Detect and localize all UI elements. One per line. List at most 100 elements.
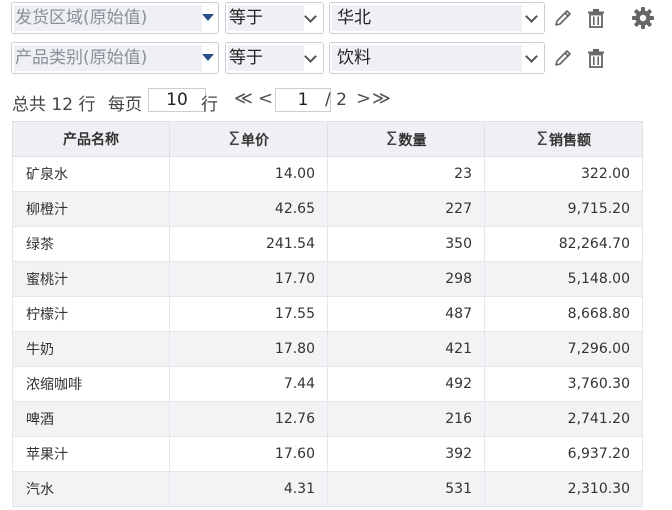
filter-operator-select-2[interactable]: 等于 — [225, 42, 324, 74]
edit-filter-button-2[interactable] — [552, 47, 574, 69]
chevron-down-icon — [304, 50, 317, 63]
total-pages-text: / 2 — [325, 90, 347, 110]
filter-row-2: 产品类别(原始值) 等于 饮料 — [0, 40, 672, 76]
filter-row-1: 发货区域(原始值) 等于 华北 — [0, 0, 672, 36]
cell-quantity: 421 — [327, 331, 485, 367]
next-page-icon[interactable]: > — [356, 88, 371, 109]
filter-value-select-2[interactable]: 饮料 — [329, 42, 545, 74]
chevron-down-icon — [525, 10, 538, 23]
cell-product: 汽水 — [12, 471, 170, 507]
filter-field-select-2[interactable]: 产品类别(原始值) — [11, 42, 219, 74]
table-header-row: 产品名称 Σ单价 Σ数量 Σ销售额 — [12, 121, 643, 157]
cell-price: 241.54 — [169, 226, 328, 262]
cell-product: 蜜桃汁 — [12, 261, 170, 297]
cell-sales: 6,937.20 — [484, 436, 643, 472]
cell-quantity: 487 — [327, 296, 485, 332]
table-row: 啤酒 12.76 216 2,741.20 — [12, 401, 643, 437]
cell-price: 42.65 — [169, 191, 328, 227]
cell-quantity: 23 — [327, 156, 485, 192]
cell-product: 苹果汁 — [12, 436, 170, 472]
column-header-quantity[interactable]: Σ数量 — [327, 121, 485, 157]
cell-price: 14.00 — [169, 156, 328, 192]
pencil-icon — [555, 50, 571, 66]
edit-filter-button-1[interactable] — [552, 7, 574, 29]
column-header-quantity-label: 数量 — [398, 133, 427, 149]
cell-quantity: 350 — [327, 226, 485, 262]
trash-icon — [588, 9, 604, 28]
chevron-down-icon — [525, 50, 538, 63]
filter-value-text-1: 华北 — [332, 5, 522, 31]
table-row: 柠檬汁 17.55 487 8,668.80 — [12, 296, 643, 332]
cell-price: 7.44 — [169, 366, 328, 402]
cell-sales: 3,760.30 — [484, 366, 643, 402]
data-table: 产品名称 Σ单价 Σ数量 Σ销售额 矿泉水 14.00 23 322.00 柳橙汁 42… — [12, 121, 643, 507]
column-header-product-label: 产品名称 — [63, 132, 119, 148]
cell-product: 矿泉水 — [12, 156, 170, 192]
current-page-input[interactable]: 1 — [275, 88, 331, 112]
filter-value-select-1[interactable]: 华北 — [329, 2, 545, 34]
table-row: 矿泉水 14.00 23 322.00 — [12, 156, 643, 192]
column-header-product[interactable]: 产品名称 — [12, 121, 170, 157]
sigma-icon: Σ — [227, 128, 240, 150]
table-row: 绿茶 241.54 350 82,264.70 — [12, 226, 643, 262]
table-row: 浓缩咖啡 7.44 492 3,760.30 — [12, 366, 643, 402]
cell-price: 4.31 — [169, 471, 328, 507]
cell-quantity: 216 — [327, 401, 485, 437]
sigma-icon: Σ — [535, 128, 548, 150]
pagination-bar: 总共 12 行 每页 10 行 ≪ < 1 / 2 > ≫ — [12, 86, 412, 116]
per-page-input[interactable]: 10 — [148, 88, 206, 112]
prev-page-icon[interactable]: < — [258, 88, 273, 109]
table-row: 柳橙汁 42.65 227 9,715.20 — [12, 191, 643, 227]
caret-down-icon — [202, 54, 214, 61]
table-row: 汽水 4.31 531 2,310.30 — [12, 471, 643, 507]
filter-field-text-2: 产品类别(原始值) — [14, 45, 202, 71]
cell-price: 12.76 — [169, 401, 328, 437]
delete-filter-button-2[interactable] — [585, 47, 607, 69]
rows-unit-label: 行 — [201, 95, 218, 115]
table-row: 蜜桃汁 17.70 298 5,148.00 — [12, 261, 643, 297]
column-header-price-label: 单价 — [241, 133, 269, 149]
chevron-down-icon — [304, 10, 317, 23]
sigma-icon: Σ — [385, 128, 398, 150]
cell-product: 浓缩咖啡 — [12, 366, 170, 402]
cell-product: 柠檬汁 — [12, 296, 170, 332]
cell-sales: 2,741.20 — [484, 401, 643, 437]
filter-operator-text-2: 等于 — [228, 45, 304, 71]
filter-operator-text-1: 等于 — [228, 5, 304, 31]
filter-field-select-1[interactable]: 发货区域(原始值) — [11, 2, 219, 34]
cell-price: 17.55 — [169, 296, 328, 332]
table-row: 苹果汁 17.60 392 6,937.20 — [12, 436, 643, 472]
cell-price: 17.60 — [169, 436, 328, 472]
filter-field-text-1: 发货区域(原始值) — [14, 5, 202, 31]
last-page-icon[interactable]: ≫ — [372, 88, 391, 109]
cell-quantity: 392 — [327, 436, 485, 472]
gear-icon — [632, 7, 654, 29]
cell-price: 17.70 — [169, 261, 328, 297]
total-rows-text: 总共 12 行 — [12, 95, 96, 115]
cell-product: 牛奶 — [12, 331, 170, 367]
caret-down-icon — [202, 14, 214, 21]
filter-operator-select-1[interactable]: 等于 — [225, 2, 324, 34]
cell-quantity: 298 — [327, 261, 485, 297]
column-header-price[interactable]: Σ单价 — [169, 121, 328, 157]
cell-sales: 9,715.20 — [484, 191, 643, 227]
cell-sales: 322.00 — [484, 156, 643, 192]
first-page-icon[interactable]: ≪ — [234, 88, 253, 109]
cell-quantity: 492 — [327, 366, 485, 402]
table-row: 牛奶 17.80 421 7,296.00 — [12, 331, 643, 367]
cell-sales: 82,264.70 — [484, 226, 643, 262]
cell-product: 柳橙汁 — [12, 191, 170, 227]
trash-icon — [588, 49, 604, 68]
per-page-label: 每页 — [108, 95, 142, 115]
cell-sales: 5,148.00 — [484, 261, 643, 297]
cell-sales: 8,668.80 — [484, 296, 643, 332]
filter-value-text-2: 饮料 — [332, 45, 522, 71]
cell-product: 绿茶 — [12, 226, 170, 262]
cell-quantity: 531 — [327, 471, 485, 507]
settings-button[interactable] — [631, 6, 655, 30]
delete-filter-button-1[interactable] — [585, 7, 607, 29]
cell-sales: 2,310.30 — [484, 471, 643, 507]
column-header-sales[interactable]: Σ销售额 — [484, 121, 643, 157]
pencil-icon — [555, 10, 571, 26]
cell-sales: 7,296.00 — [484, 331, 643, 367]
